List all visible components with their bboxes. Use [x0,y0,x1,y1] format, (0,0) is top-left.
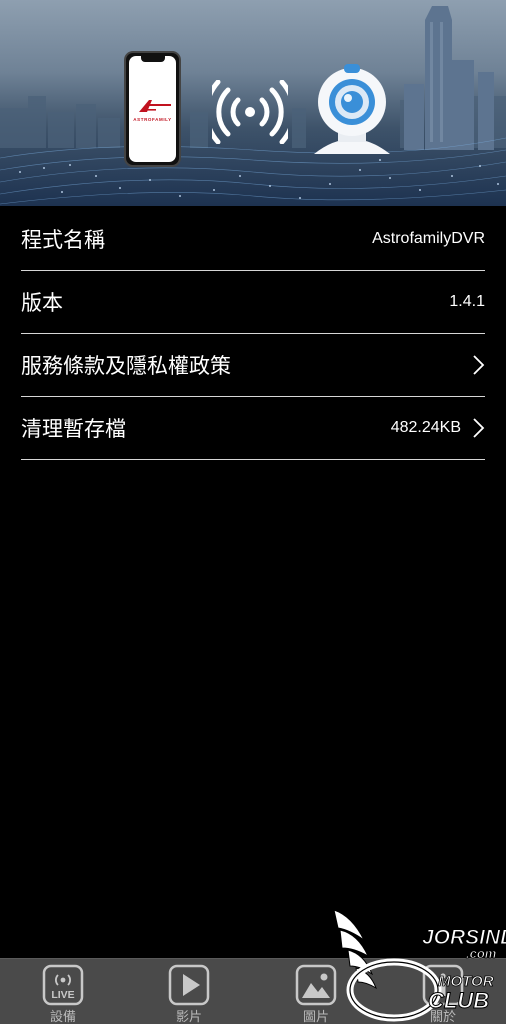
tab-label: 設備 [49,1010,76,1024]
phone-logo-text: ASTROFAMILY [133,117,172,122]
row-version: 版本 1.4.1 [21,271,485,334]
row-clear-cache[interactable]: 清理暫存檔 482.24KB [21,397,485,460]
chevron-right-icon [473,355,485,375]
webcam-icon [314,64,390,154]
row-app-name: 程式名稱 AstrofamilyDVR [21,208,485,271]
live-icon-text: LIVE [51,989,74,1001]
row-label: 程式名稱 [21,228,105,252]
chevron-right-icon [473,418,485,438]
tab-devices[interactable]: LIVE 設備 [13,959,113,1024]
row-value: AstrofamilyDVR [372,230,485,247]
tab-videos[interactable]: 影片 [139,959,239,1024]
row-label: 服務條款及隱私權政策 [21,354,231,378]
play-icon [168,964,210,1006]
tab-label: 影片 [175,1010,202,1024]
row-value: 1.4.1 [449,293,485,310]
astro-logo-mark [139,100,171,112]
settings-list: 程式名稱 AstrofamilyDVR 版本 1.4.1 服務條款及隱私權政策 … [21,208,485,460]
wifi-signal-icon [212,80,288,144]
row-terms-privacy[interactable]: 服務條款及隱私權政策 [21,334,485,397]
watermark-line4: CLUB [428,988,489,1013]
row-value: 482.24KB [390,419,461,436]
header-banner: ASTROFAMILY [0,0,506,206]
row-label: 版本 [21,291,63,315]
jorsindo-watermark-logo: JORSINDO .com MOTOR CLUB [333,909,506,1022]
row-label: 清理暫存檔 [21,417,126,441]
watermark-line2: .com [466,946,497,961]
smartphone-icon: ASTROFAMILY [124,51,181,167]
live-icon: LIVE [42,964,84,1006]
